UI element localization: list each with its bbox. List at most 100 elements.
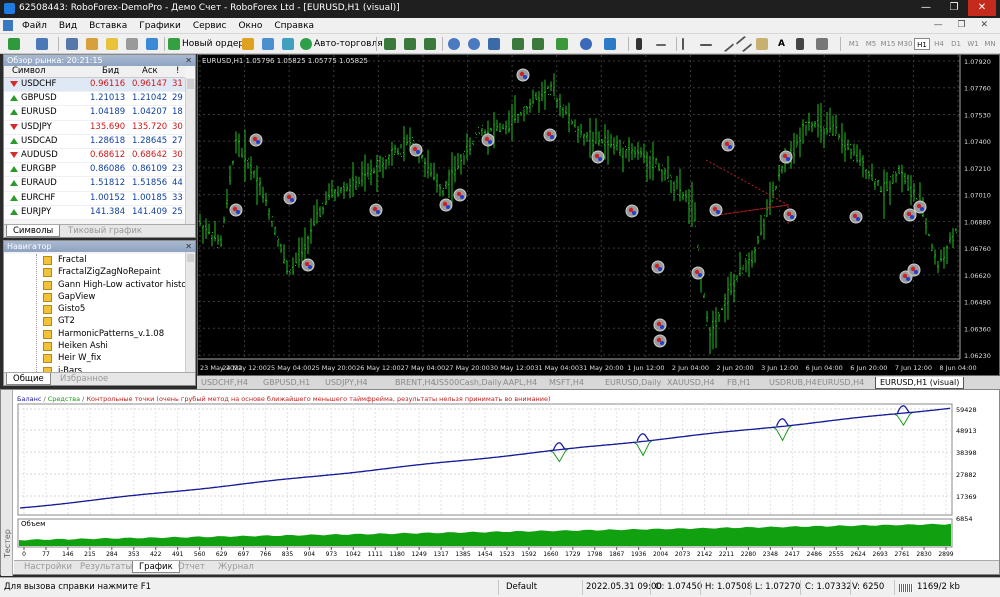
trade-marker-icon[interactable]: [913, 200, 927, 214]
bar-chart-icon[interactable]: [384, 38, 396, 50]
menu-item-6[interactable]: Справка: [268, 19, 320, 34]
autotrading-button[interactable]: Авто-торговля: [314, 37, 383, 51]
horizontal-line-icon[interactable]: [700, 44, 712, 46]
autoscroll-icon[interactable]: [532, 38, 544, 50]
scrollbar-thumb[interactable]: [187, 79, 194, 89]
text-tool[interactable]: A: [778, 37, 785, 51]
trade-marker-icon[interactable]: [691, 266, 705, 280]
market-watch-row[interactable]: EURJPY 141.384 141.409 25: [4, 206, 185, 220]
navigator-scrollbar[interactable]: [185, 252, 195, 372]
chart-tab[interactable]: FB,H1: [727, 377, 751, 389]
tab-common[interactable]: Общие: [6, 373, 51, 385]
mdi-window-controls[interactable]: — ❐ ✕: [934, 20, 994, 30]
market-watch-scrollbar[interactable]: [185, 78, 195, 225]
col-symbol[interactable]: Символ: [12, 66, 46, 76]
tester-tab[interactable]: Результаты: [74, 561, 138, 573]
periods-icon[interactable]: [580, 38, 592, 50]
trade-marker-icon[interactable]: [516, 68, 530, 82]
menu-item-1[interactable]: Вид: [53, 19, 83, 34]
timeframe-m15[interactable]: M15: [880, 38, 896, 50]
timeframe-mn[interactable]: MN: [982, 38, 998, 50]
trade-marker-icon[interactable]: [653, 318, 667, 332]
trade-marker-icon[interactable]: [907, 263, 921, 277]
tab-favorites[interactable]: Избранное: [54, 373, 114, 385]
market-watch-row[interactable]: EURUSD 1.04189 1.04207 18: [4, 106, 185, 121]
market-watch-row[interactable]: EURAUD 1.51812 1.51856 44: [4, 177, 185, 192]
market-watch-row[interactable]: AUDUSD 0.68612 0.68642 30: [4, 149, 185, 164]
chart-tab[interactable]: EURUSD,Daily: [605, 377, 661, 389]
timeframe-h1[interactable]: H1: [914, 38, 930, 50]
navigator-item[interactable]: HarmonicPatterns_v.1.08: [4, 328, 185, 340]
navigator-item[interactable]: Fractal: [4, 254, 185, 266]
line-chart-icon[interactable]: [424, 38, 436, 50]
chart-tab[interactable]: GBPUSD,H1: [263, 377, 310, 389]
timeframe-m30[interactable]: M30: [897, 38, 913, 50]
fibonacci-icon[interactable]: [756, 38, 768, 50]
new-order-button[interactable]: Новый ордер: [182, 37, 244, 51]
trade-marker-icon[interactable]: [591, 150, 605, 164]
trade-marker-icon[interactable]: [369, 203, 383, 217]
maximize-button[interactable]: ❐: [940, 0, 968, 16]
equidistant-channel-icon[interactable]: [735, 35, 753, 53]
menu-item-0[interactable]: Файл: [16, 19, 53, 34]
trade-marker-icon[interactable]: [481, 133, 495, 147]
minimize-button[interactable]: —: [912, 0, 940, 16]
col-ask[interactable]: Аск: [142, 66, 158, 76]
navigator-item[interactable]: GapView: [4, 291, 185, 303]
chart-tab[interactable]: EURUSD,H4: [817, 377, 864, 389]
text-label-icon[interactable]: [796, 38, 804, 50]
strategy-tester-icon[interactable]: [146, 38, 158, 50]
market-watch-icon[interactable]: [66, 38, 78, 50]
trade-marker-icon[interactable]: [543, 128, 557, 142]
chart-tab[interactable]: BRENT,H4: [395, 377, 436, 389]
chart-tab[interactable]: EURUSD,H1 (visual): [875, 377, 965, 389]
trade-marker-icon[interactable]: [283, 191, 297, 205]
navigator-item[interactable]: FractalZigZagNoRepaint: [4, 266, 185, 278]
trade-marker-icon[interactable]: [453, 188, 467, 202]
indicators-icon[interactable]: [556, 38, 568, 50]
candlesticks-icon[interactable]: [404, 38, 416, 50]
tab-tick-chart[interactable]: Тиковый график: [62, 225, 148, 237]
trade-marker-icon[interactable]: [409, 143, 423, 157]
chart-tab[interactable]: AAPL,H4: [503, 377, 537, 389]
tile-windows-icon[interactable]: [488, 38, 500, 50]
market-watch-row[interactable]: EURCHF 1.00152 1.00185 33: [4, 192, 185, 206]
menu-item-4[interactable]: Сервис: [187, 19, 233, 34]
tab-symbols[interactable]: Символы: [6, 225, 61, 237]
scrollbar-thumb[interactable]: [187, 254, 194, 262]
navigator-item[interactable]: GT2: [4, 315, 185, 327]
tester-tab[interactable]: Журнал: [212, 561, 260, 573]
trade-marker-icon[interactable]: [625, 204, 639, 218]
menu-item-5[interactable]: Окно: [232, 19, 268, 34]
timeframe-d1[interactable]: D1: [948, 38, 964, 50]
terminal-icon[interactable]: [126, 38, 138, 50]
trade-marker-icon[interactable]: [903, 208, 917, 222]
market-icon[interactable]: [282, 38, 294, 50]
chart-tab[interactable]: US500Cash,Daily: [433, 377, 502, 389]
trade-marker-icon[interactable]: [721, 138, 735, 152]
chart-shift-icon[interactable]: [512, 38, 524, 50]
trade-marker-icon[interactable]: [653, 334, 667, 348]
col-bid[interactable]: Бид: [102, 66, 119, 76]
navigator-item[interactable]: Heiken Ashi: [4, 340, 185, 352]
crosshair-icon[interactable]: [656, 44, 666, 46]
trade-marker-icon[interactable]: [651, 260, 665, 274]
data-window-icon[interactable]: [86, 38, 98, 50]
cursor-icon[interactable]: [636, 38, 642, 50]
trade-marker-icon[interactable]: [849, 210, 863, 224]
price-chart[interactable]: 1.07920 1.07760 1.07530 1.07400 1.07210 1.070…: [197, 54, 1000, 376]
navigator-item[interactable]: Gann High-Low activator histo nm: [4, 279, 185, 291]
navigator-icon[interactable]: [106, 38, 118, 50]
zoom-in-icon[interactable]: [448, 38, 460, 50]
timeframe-m5[interactable]: M5: [863, 38, 879, 50]
menu-item-3[interactable]: Графики: [133, 19, 187, 34]
trade-marker-icon[interactable]: [709, 203, 723, 217]
trendline-icon[interactable]: [717, 35, 735, 53]
chart-tab[interactable]: XAUUSD,H4: [667, 377, 715, 389]
chart-tab[interactable]: USDJPY,H4: [325, 377, 368, 389]
trade-marker-icon[interactable]: [229, 203, 243, 217]
chart-tab[interactable]: USDRUB,H4: [769, 377, 817, 389]
new-order-icon[interactable]: [168, 38, 180, 50]
timeframe-w1[interactable]: W1: [965, 38, 981, 50]
tester-tab[interactable]: Настройки: [18, 561, 78, 573]
